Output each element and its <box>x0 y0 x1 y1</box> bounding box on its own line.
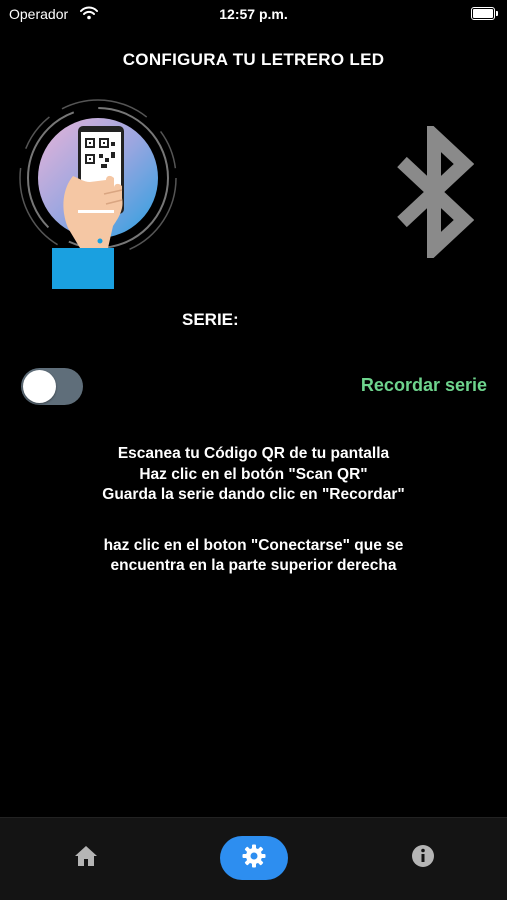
gear-icon <box>242 844 266 873</box>
clock: 12:57 p.m. <box>219 6 288 22</box>
instruction-line: Escanea tu Código QR de tu pantalla <box>117 445 390 462</box>
instruction-line: encuentra en la parte superior derecha <box>110 557 397 574</box>
tab-settings[interactable] <box>220 836 288 880</box>
tab-info[interactable] <box>398 836 448 880</box>
remember-serie-toggle[interactable] <box>21 368 83 405</box>
instruction-line: Guarda la serie dando clic en "Recordar" <box>102 486 405 503</box>
tab-home[interactable] <box>62 836 110 880</box>
instruction-line: Haz clic en el botón "Scan QR" <box>139 465 368 483</box>
serie-label: SERIE: <box>182 310 239 329</box>
qr-scan-illustration[interactable] <box>18 98 183 293</box>
tab-bar <box>0 817 507 900</box>
remember-serie-label: Recordar serie <box>360 375 487 395</box>
battery-icon <box>471 7 498 20</box>
instructions: Escanea tu Código QR de tu pantalla Haz … <box>0 444 507 577</box>
home-icon <box>74 845 98 872</box>
bluetooth-icon[interactable] <box>394 119 475 265</box>
status-bar: Operador 12:57 p.m. <box>0 0 507 28</box>
toggle-knob <box>23 370 56 403</box>
info-icon <box>411 844 435 873</box>
page-title: CONFIGURA TU LETRERO LED <box>122 50 385 69</box>
instruction-line: haz clic en el boton "Conectarse" que se <box>103 536 404 554</box>
